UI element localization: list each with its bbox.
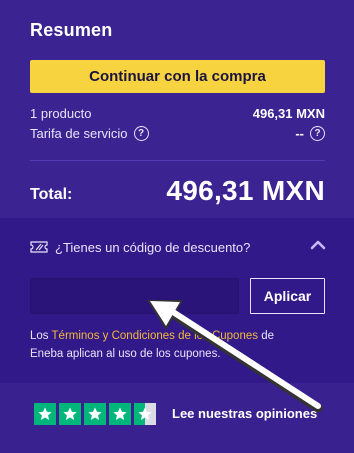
service-fee-group-value: -- ? — [295, 126, 325, 141]
apply-coupon-button[interactable]: Aplicar — [250, 278, 325, 314]
chevron-up-icon[interactable] — [310, 239, 326, 251]
half-star-icon — [134, 403, 156, 425]
product-row: 1 producto 496,31 MXN — [30, 106, 325, 124]
star-icon — [59, 403, 81, 425]
total-value: 496,31 MXN — [166, 175, 325, 206]
coupon-terms-text: Los Términos y Condiciones de los Cupone… — [30, 327, 326, 363]
terms-suffix: Eneba aplican al uso de los cupones. — [30, 348, 221, 360]
summary-section: Resumen Continuar con la compra 1 produc… — [0, 0, 354, 218]
summary-title: Resumen — [30, 20, 113, 40]
order-summary-panel: Resumen Continuar con la compra 1 produc… — [0, 0, 354, 453]
continue-purchase-button[interactable]: Continuar con la compra — [30, 60, 325, 93]
star-icon — [84, 403, 106, 425]
service-fee-value: -- — [295, 126, 304, 141]
reviews-section: Lee nuestras opiniones — [0, 383, 354, 453]
coupon-ticket-icon — [30, 241, 48, 253]
coupon-section: ¿Tienes un código de descuento? Aplicar … — [0, 218, 354, 383]
total-label: Total: — [30, 186, 73, 203]
coupon-terms-link[interactable]: Términos y Condiciones de los Cupones — [52, 330, 258, 342]
coupon-heading: ¿Tienes un código de descuento? — [55, 239, 251, 255]
service-fee-group: Tarifa de servicio ? — [30, 126, 149, 141]
terms-middle: de — [258, 330, 274, 342]
product-price: 496,31 MXN — [252, 106, 325, 121]
help-icon[interactable]: ? — [133, 126, 149, 141]
star-icon — [109, 403, 131, 425]
summary-divider — [30, 160, 325, 161]
coupon-code-input[interactable] — [30, 278, 239, 314]
service-fee-row: Tarifa de servicio ? -- ? — [30, 126, 325, 144]
star-icon — [34, 403, 56, 425]
reviews-link[interactable]: Lee nuestras opiniones — [172, 406, 317, 421]
terms-prefix: Los — [30, 330, 52, 342]
trustpilot-stars[interactable] — [34, 403, 159, 425]
product-count-label: 1 producto — [30, 106, 92, 121]
service-fee-label: Tarifa de servicio — [30, 126, 128, 141]
coupon-toggle[interactable]: ¿Tienes un código de descuento? — [30, 237, 326, 257]
help-icon[interactable]: ? — [310, 126, 325, 141]
